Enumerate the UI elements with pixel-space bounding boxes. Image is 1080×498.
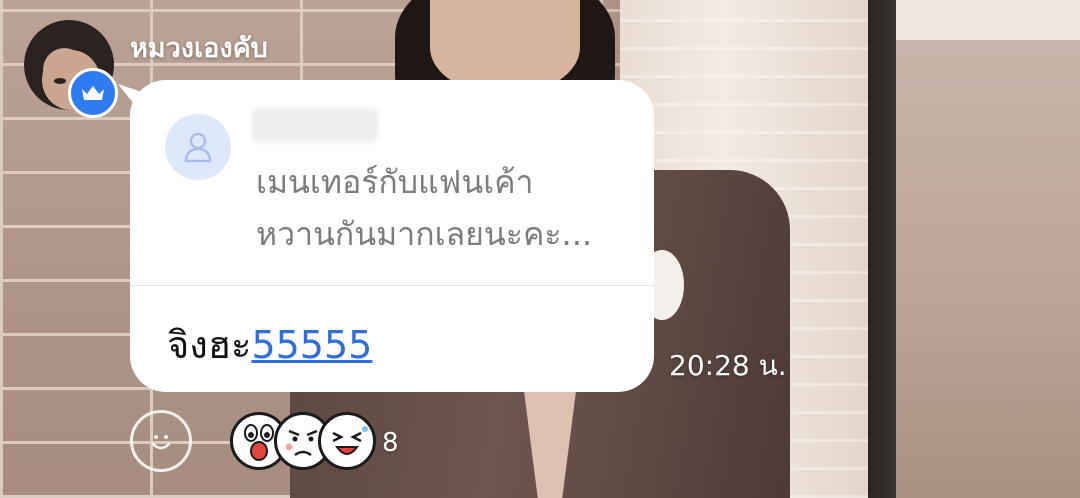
reply-text-line: หวานกันมากเลยนะคะ...: [256, 215, 593, 253]
laughing-sticker-icon: [318, 412, 376, 470]
message-text: จิงฮะ55555: [167, 314, 372, 375]
reaction-count[interactable]: 8: [382, 428, 399, 458]
message-bubble[interactable]: เมนเทอร์กับแฟนเค้า หวานกันมากเลยนะคะ... …: [130, 80, 654, 392]
reply-avatar: [165, 114, 231, 180]
message-link[interactable]: 55555: [251, 323, 372, 367]
door-frame: [868, 0, 896, 498]
reaction-stickers[interactable]: [230, 412, 376, 472]
reply-preview[interactable]: เมนเทอร์กับแฟนเค้า หวานกันมากเลยนะคะ...: [130, 80, 654, 286]
sender-name[interactable]: หมวงเองคับ: [130, 26, 268, 69]
smiley-icon: [151, 435, 171, 450]
avatar-eye: [54, 78, 66, 84]
crown-icon: [82, 86, 104, 100]
user-placeholder-icon: [184, 132, 212, 163]
add-reaction-button[interactable]: [130, 410, 192, 472]
reply-author-redacted: [252, 108, 378, 142]
message-timestamp: 20:28 น.: [669, 349, 787, 382]
reply-text-line: เมนเทอร์กับแฟนเค้า: [256, 163, 534, 201]
door-panel: [896, 0, 1080, 498]
crown-badge: [68, 68, 118, 118]
reply-text: เมนเทอร์กับแฟนเค้า หวานกันมากเลยนะคะ...: [256, 156, 626, 260]
message-body: จิงฮะ: [167, 323, 252, 367]
